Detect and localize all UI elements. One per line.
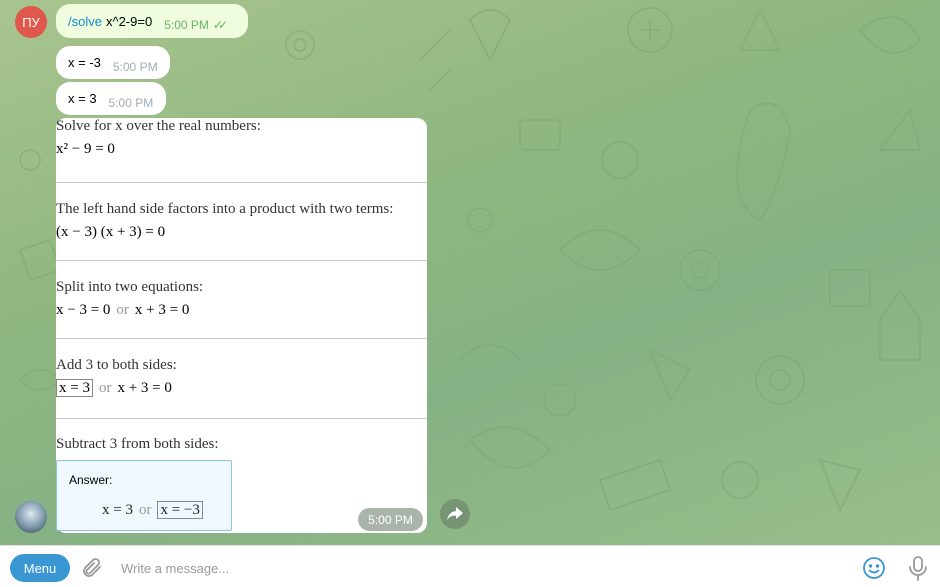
step-title: The left hand side factors into a produc…	[56, 201, 394, 217]
answer-right-boxed: x = −3	[157, 501, 203, 519]
solution-step: Solve for x over the real numbers: x² − …	[56, 118, 427, 158]
menu-button-label: Menu	[23, 560, 57, 576]
message-time: 5:00 PM	[108, 95, 154, 110]
step-title: Solve for x over the real numbers:	[56, 118, 261, 134]
step-divider	[56, 260, 427, 261]
bot-command-link[interactable]: /solve	[68, 14, 102, 29]
emoji-icon[interactable]	[862, 556, 886, 580]
answer-left: x = 3	[102, 502, 133, 518]
equation-left-boxed: x = 3	[56, 379, 93, 397]
share-button[interactable]	[440, 499, 470, 529]
or-separator: or	[98, 380, 112, 396]
message-text: x^2-9=0	[105, 13, 153, 29]
read-checks-icon: ✓✓	[212, 18, 228, 32]
message-text: x = -3	[68, 55, 101, 70]
message-input[interactable]	[121, 556, 841, 580]
step-divider	[56, 338, 427, 339]
step-title: Add 3 to both sides:	[56, 357, 177, 373]
bot-avatar[interactable]	[15, 501, 47, 533]
microphone-icon[interactable]	[906, 555, 930, 581]
share-icon	[447, 507, 463, 520]
equation-right: x + 3 = 0	[134, 302, 190, 318]
solution-step: Add 3 to both sides: x = 3 or x + 3 = 0	[56, 357, 427, 397]
equation-left: x − 3 = 0	[56, 302, 111, 318]
attach-icon[interactable]	[80, 556, 104, 580]
step-title: Subtract 3 from both sides:	[56, 436, 219, 452]
message-time: 5:00 PM	[112, 59, 158, 74]
solution-image-message[interactable]: Solve for x over the real numbers: x² − …	[56, 118, 427, 533]
step-divider	[56, 182, 427, 183]
step-divider	[56, 418, 427, 419]
user-initials: ПУ	[22, 14, 40, 30]
outgoing-message[interactable]: /solve x^2-9=0 5:00 PM ✓✓	[56, 4, 248, 38]
or-separator: or	[116, 302, 129, 318]
menu-button[interactable]: Menu	[10, 554, 70, 582]
step-equation: x² − 9 = 0	[56, 141, 115, 157]
step-title: Split into two equations:	[56, 279, 204, 295]
solution-step: Split into two equations: x − 3 = 0 or x +…	[56, 279, 427, 319]
or-separator: or	[138, 502, 152, 518]
step-equation: x = 3 or x + 3 = 0	[56, 379, 427, 397]
step-equation: (x − 3) (x + 3) = 0	[56, 224, 166, 240]
solution-step: Subtract 3 from both sides:	[56, 436, 427, 453]
incoming-message[interactable]: x = 3 5:00 PM	[56, 82, 166, 115]
message-composer: Menu	[0, 545, 940, 587]
image-time-badge: 5:00 PM	[358, 508, 423, 531]
user-avatar[interactable]: ПУ	[15, 6, 47, 38]
equation-right: x + 3 = 0	[117, 380, 172, 396]
answer-label: Answer:	[69, 473, 113, 487]
message-time: 5:00 PM	[164, 18, 209, 32]
incoming-message[interactable]: x = -3 5:00 PM	[56, 46, 170, 79]
message-text: x = 3	[68, 91, 97, 106]
step-equation: x − 3 = 0 or x + 3 = 0	[56, 302, 427, 319]
answer-box: Answer: x = 3 or x = −3	[56, 460, 232, 531]
solution-step: The left hand side factors into a produc…	[56, 201, 427, 241]
message-time: 5:00 PM	[368, 512, 413, 527]
answer-equation: x = 3 or x = −3	[102, 501, 203, 519]
